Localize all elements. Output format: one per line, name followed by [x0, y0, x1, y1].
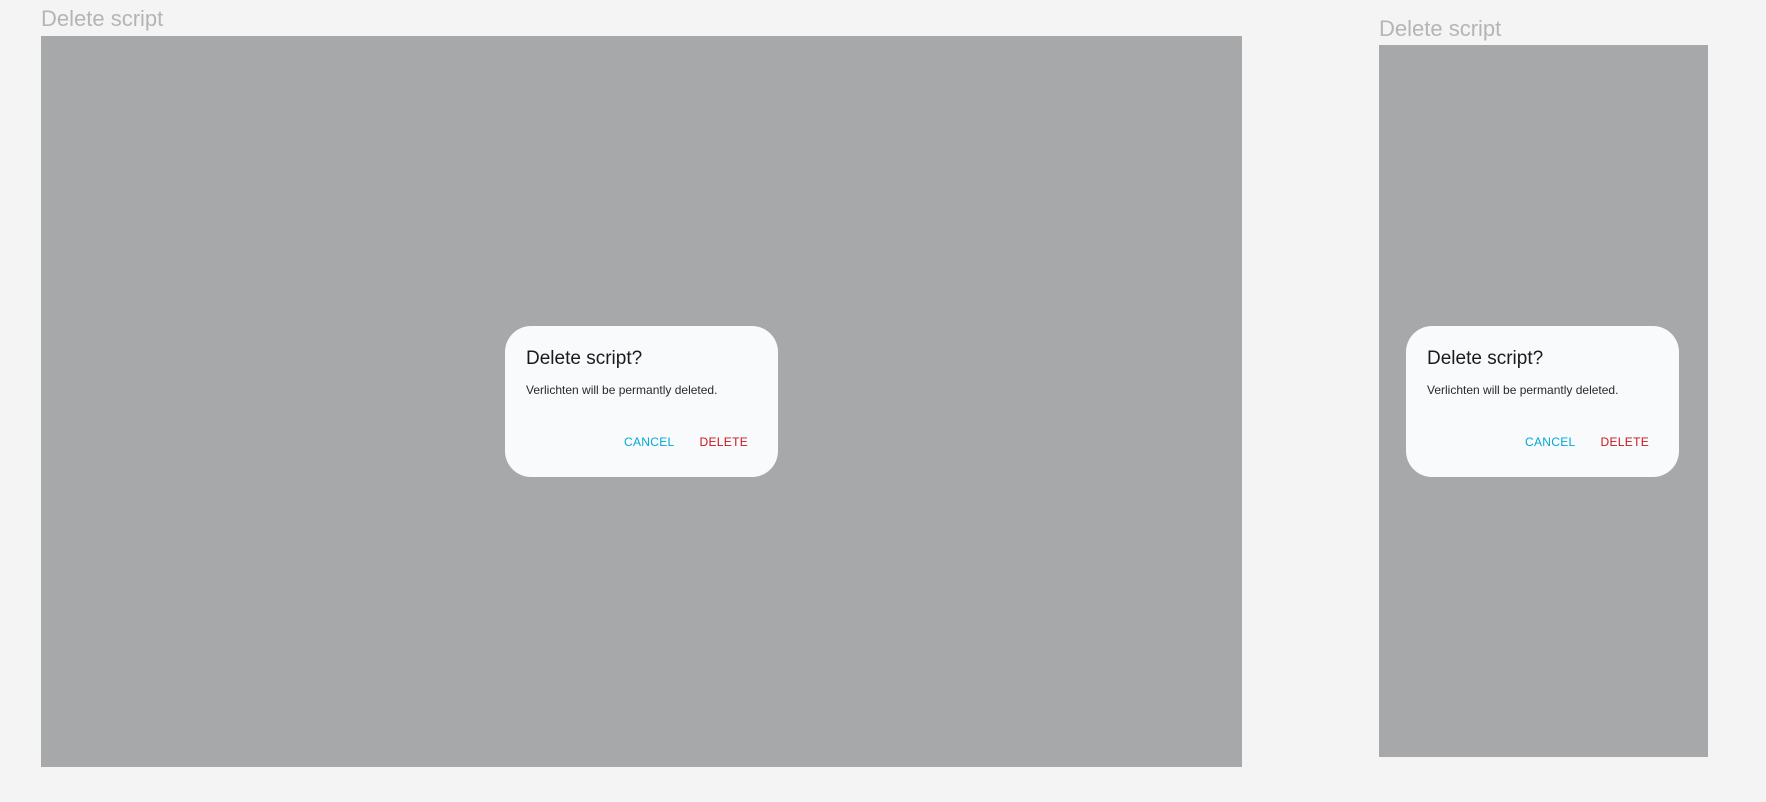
portrait-frame-scrim[interactable]: Delete script? Verlichten will be perman… — [1379, 45, 1708, 757]
delete-button[interactable]: DELETE — [1601, 436, 1649, 448]
delete-script-dialog: Delete script? Verlichten will be perman… — [1406, 326, 1679, 477]
frame-label-portrait: Delete script — [1379, 16, 1502, 41]
cancel-button[interactable]: CANCEL — [1525, 436, 1575, 448]
dialog-actions: CANCEL DELETE — [1525, 436, 1649, 448]
dialog-message: Verlichten will be permantly deleted. — [526, 383, 718, 397]
dialog-message: Verlichten will be permantly deleted. — [1427, 383, 1619, 397]
landscape-frame-scrim[interactable]: Delete script? Verlichten will be perman… — [41, 36, 1242, 767]
delete-script-dialog: Delete script? Verlichten will be perman… — [505, 326, 778, 477]
dialog-actions: CANCEL DELETE — [624, 436, 748, 448]
dialog-title: Delete script? — [526, 348, 643, 369]
cancel-button[interactable]: CANCEL — [624, 436, 674, 448]
frame-label-landscape: Delete script — [41, 6, 164, 31]
delete-button[interactable]: DELETE — [700, 436, 748, 448]
dialog-title: Delete script? — [1427, 348, 1544, 369]
